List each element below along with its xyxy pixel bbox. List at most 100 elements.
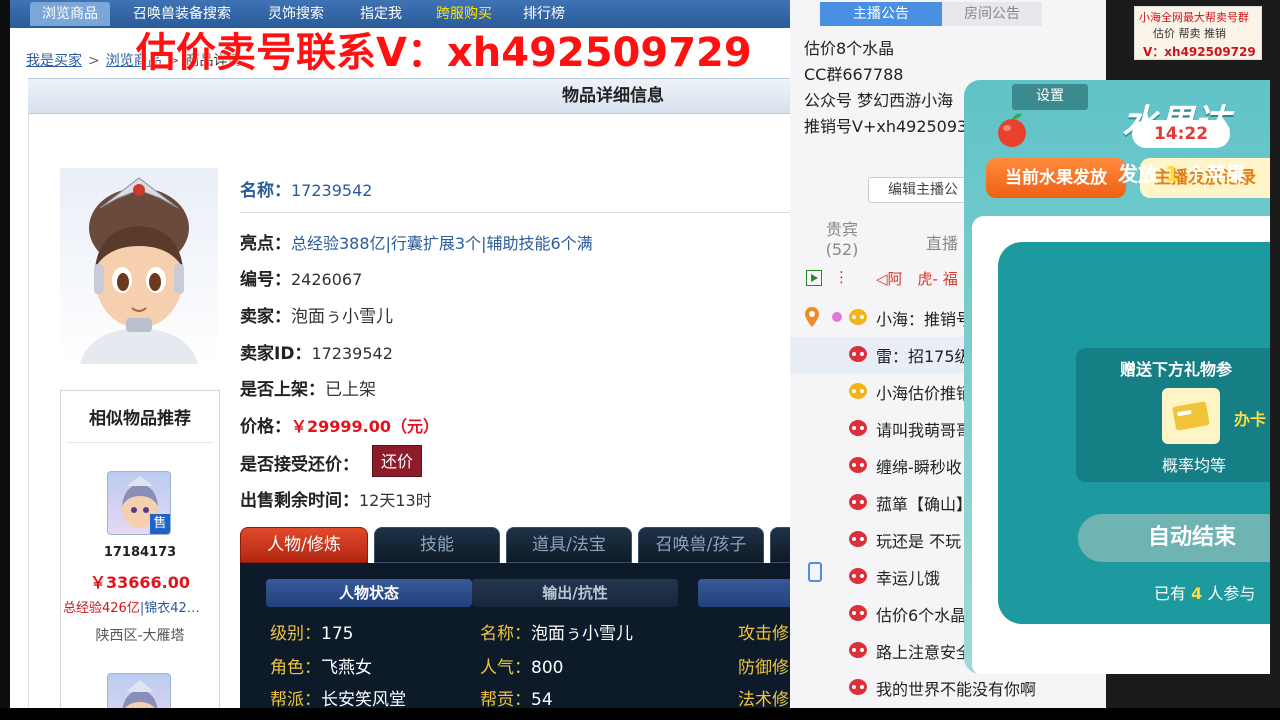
stat-level-label: 级别： xyxy=(270,624,321,644)
user-mask-icon xyxy=(848,419,868,437)
auto-end-button[interactable]: 自动结束 xyxy=(1078,514,1270,562)
field-remaining-label: 出售剩余时间： xyxy=(240,491,359,511)
stat-guild-value: 长安笑风堂 xyxy=(321,690,406,708)
announcement-line-4: 推销号V+xh4925093 xyxy=(804,117,968,136)
user-mask-icon xyxy=(848,493,868,511)
user-mask-icon xyxy=(848,456,868,474)
field-name-value: 17239542 xyxy=(291,181,373,200)
announcement-line-2: CC群667788 xyxy=(804,65,904,84)
stat-level: 级别：175 xyxy=(270,619,353,644)
gift-name: 办卡 xyxy=(1234,410,1267,429)
field-counter-offer: 是否接受还价： xyxy=(240,450,359,475)
chat-text: 路上注意安全 xyxy=(876,643,973,662)
stat-role: 角色：飞燕女 xyxy=(270,653,372,678)
field-seller-label: 卖家： xyxy=(240,307,291,327)
user-mask-icon xyxy=(848,382,868,400)
user-mask-icon xyxy=(848,345,868,363)
gift-probability: 概率均等 xyxy=(1162,456,1227,475)
stat-attack-cultivation: 攻击修 xyxy=(738,619,789,644)
stat-popularity-value: 800 xyxy=(531,658,564,678)
field-price-label: 价格： xyxy=(240,417,291,437)
subtab-output-resist[interactable]: 输出/抗性 xyxy=(472,579,678,607)
field-highlights: 亮点：总经验388亿|行囊扩展3个|辅助技能6个满 xyxy=(240,229,593,254)
field-seller-value: 泡面ぅ小雪儿 xyxy=(291,307,393,327)
field-counter-label: 是否接受还价： xyxy=(240,455,359,475)
vip-count: (52) xyxy=(825,240,859,259)
participants-count: 4 xyxy=(1191,584,1203,603)
chat-top-row-text: ◁阿 虎- 福 xyxy=(876,270,958,288)
fruit-issue-count: 1 xyxy=(1164,162,1179,186)
chat-text: 请叫我萌哥哥 xyxy=(876,421,973,440)
tab-more[interactable] xyxy=(770,527,790,563)
stat-guild-label: 帮派： xyxy=(270,690,321,708)
corner-ad-line-1: 小海全网最大帮卖号群 xyxy=(1139,11,1249,24)
participants-text: 已有 4 人参与 xyxy=(1154,580,1255,604)
field-id: 编号：2426067 xyxy=(240,265,362,290)
stat-magic-cultivation: 法术修 xyxy=(738,685,789,708)
info-tabs: 人物/修炼 技能 道具/法宝 召唤兽/孩子 xyxy=(240,527,790,563)
detail-title: 物品详细信息 xyxy=(562,86,664,106)
nav-tab-browse[interactable]: 浏览商品 xyxy=(30,2,110,26)
play-icon xyxy=(806,270,822,286)
user-mask-icon xyxy=(848,567,868,585)
announcement-line-3: 公众号 梦幻西游小海 xyxy=(804,91,954,110)
field-seller-id: 卖家ID：17239542 xyxy=(240,339,393,364)
live-tab-label[interactable]: 直播 xyxy=(926,230,958,254)
field-remaining-value: 12天13时 xyxy=(359,491,432,510)
counter-offer-button[interactable]: 还价 xyxy=(372,445,422,477)
user-mask-icon xyxy=(848,604,868,622)
tab-skills[interactable]: 技能 xyxy=(374,527,500,563)
tab-current-fruit[interactable]: 当前水果发放 xyxy=(986,158,1126,198)
gift-card-icon[interactable] xyxy=(1162,388,1220,444)
fruit-gift-box: 赠送下方礼物参 办卡 概率均等 xyxy=(1076,348,1270,482)
announcement-line-1: 估价8个水晶 xyxy=(804,39,895,58)
stat-attack-cultivation-label: 攻击修 xyxy=(738,624,789,644)
similar-item-desc-exp: 总经验426亿 xyxy=(63,601,140,616)
more-icon: ⋮ xyxy=(834,268,849,286)
similar-item-region: 陕西区-大雁塔 xyxy=(95,628,185,644)
trading-page: 浏览商品 召唤兽装备搜索 灵饰搜索 指定我 跨服购买 排行榜 我是买家 > 浏览商品… xyxy=(10,0,790,708)
subtab-more[interactable] xyxy=(698,579,790,607)
subtab-status[interactable]: 人物状态 xyxy=(266,579,472,607)
field-listed: 是否上架：已上架 xyxy=(240,375,376,400)
stat-popularity-label: 人气： xyxy=(480,658,531,678)
stat-defense-cultivation: 防御修 xyxy=(738,653,789,678)
tab-streamer-announcement[interactable]: 主播公告 xyxy=(820,2,942,26)
tab-room-announcement[interactable]: 房间公告 xyxy=(942,2,1042,26)
similar-item-desc-more: |锦衣42… xyxy=(139,601,200,616)
chat-message: 我的世界不能没有你啊 xyxy=(790,670,1106,707)
similar-item-avatar-2[interactable] xyxy=(107,673,171,708)
detail-header: 物品详细信息 xyxy=(28,78,790,114)
stat-name-value: 泡面ぅ小雪儿 xyxy=(531,624,633,644)
tab-items[interactable]: 道具/法宝 xyxy=(506,527,632,563)
similar-item-avatar[interactable]: 售 xyxy=(107,471,171,535)
chat-text: 小海估价推销 xyxy=(876,384,973,403)
participants-prefix: 已有 xyxy=(1154,584,1187,603)
fruit-settings-button[interactable]: 设置 xyxy=(1012,84,1088,110)
corner-ad-line-2: 估价 帮卖 推销 xyxy=(1153,27,1226,40)
gift-title: 赠送下方礼物参 xyxy=(1120,360,1233,379)
corner-advertisement: 小海全网最大帮卖号群 估价 帮卖 推销 V：xh492509729 xyxy=(1134,6,1262,60)
breadcrumb-buyer[interactable]: 我是买家 xyxy=(26,53,82,69)
announcement-tabs: 主播公告 房间公告 xyxy=(820,2,1042,26)
field-price: 价格：￥29999.00（元） xyxy=(240,412,439,437)
fruit-issue-suffix: 个苹果 xyxy=(1185,162,1246,186)
tab-pets[interactable]: 召唤兽/孩子 xyxy=(638,527,764,563)
field-highlights-value: 总经验388亿|行囊扩展3个|辅助技能6个满 xyxy=(291,234,593,253)
stat-contribution-value: 54 xyxy=(531,690,553,708)
character-avatar xyxy=(60,168,218,364)
vip-tab-label[interactable]: 贵宾 xyxy=(822,216,862,240)
chat-text: 小海：推销号 xyxy=(876,310,973,329)
chat-text: 菰箪【确山】 xyxy=(876,495,973,514)
stat-contribution-label: 帮贡： xyxy=(480,690,531,708)
user-mask-icon xyxy=(848,678,868,696)
screen: 浏览商品 召唤兽装备搜索 灵饰搜索 指定我 跨服购买 排行榜 我是买家 > 浏览商品… xyxy=(0,0,1280,720)
similar-items-box: 相似物品推荐 售 17184173 ￥33666.00 总经验426亿|锦衣42… xyxy=(60,390,220,708)
similar-item-id[interactable]: 17184173 xyxy=(61,545,219,560)
tab-character[interactable]: 人物/修炼 xyxy=(240,527,368,563)
chat-text: 缠绵-瞬秒收 xyxy=(876,458,962,477)
field-name-label: 名称： xyxy=(240,181,291,201)
edit-announcement-button[interactable]: 编辑主播公 xyxy=(868,177,978,203)
field-seller-id-label: 卖家ID： xyxy=(240,344,312,364)
chat-text: 我的世界不能没有你啊 xyxy=(876,680,1037,699)
